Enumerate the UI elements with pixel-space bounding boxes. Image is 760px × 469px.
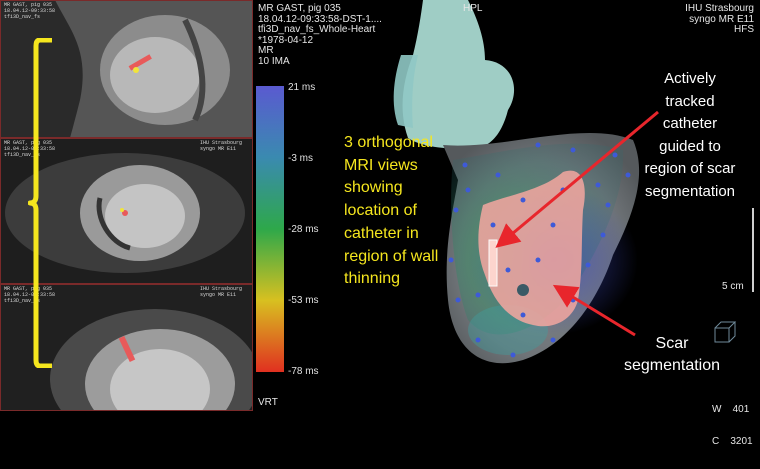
window-width-value: 401: [732, 404, 750, 416]
scar-arrow: [552, 284, 636, 337]
window-level: W 401 C 3201: [712, 384, 753, 469]
window-center-value: 3201: [730, 435, 753, 447]
scale-bar-label: 5 cm: [722, 281, 744, 292]
scale-bar: [752, 208, 754, 292]
render-viewport[interactable]: MR GAST, pig 035 18.04.12-09:33:58 tfi3D…: [0, 0, 760, 447]
window-width-label: W: [712, 404, 722, 416]
window-center-label: C: [712, 435, 720, 447]
catheter-arrow: [495, 110, 659, 248]
annotation-arrows: [495, 110, 659, 337]
